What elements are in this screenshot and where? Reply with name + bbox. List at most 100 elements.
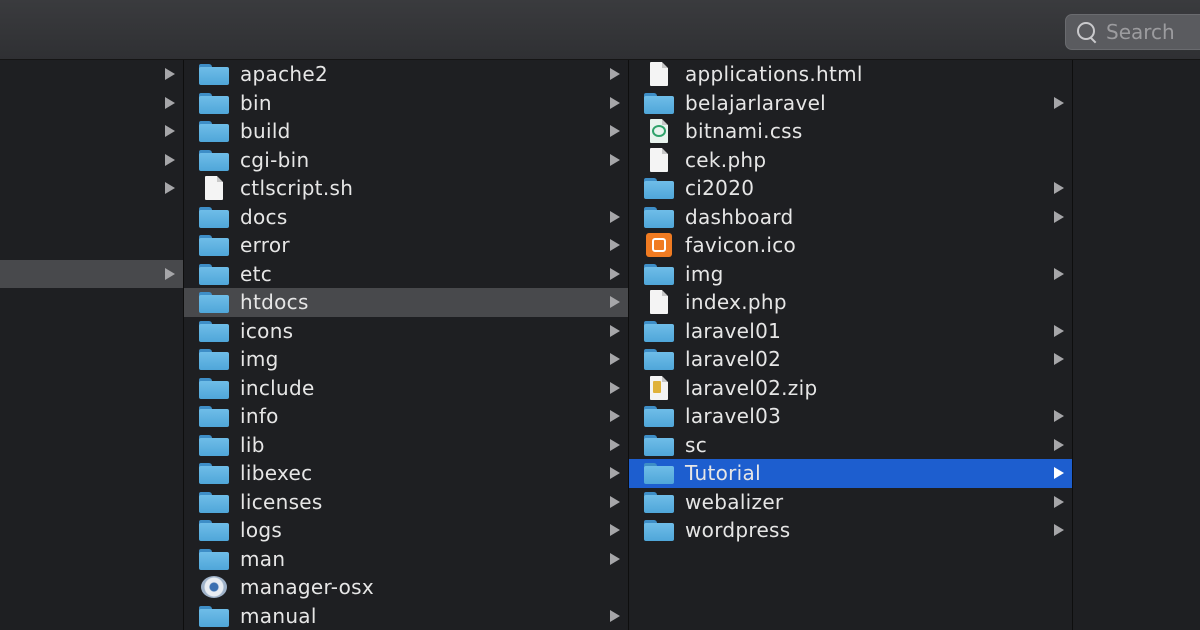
folder-icon <box>643 433 675 457</box>
disclosure-chevron-icon <box>1054 495 1064 508</box>
list-item-manager-osx[interactable]: manager-osx <box>184 573 628 602</box>
disclosure-chevron-icon <box>1054 438 1064 451</box>
list-item-lib[interactable]: lib <box>184 431 628 460</box>
folder-icon <box>643 319 675 343</box>
list-item-licenses[interactable]: licenses <box>184 488 628 517</box>
disclosure-chevron-icon <box>610 524 620 536</box>
disclosure-chevron-icon <box>610 495 620 508</box>
search-input[interactable] <box>1106 20 1200 44</box>
item-name: lib <box>240 432 265 457</box>
list-item-index-php[interactable]: index.php <box>629 288 1072 317</box>
list-item-img[interactable]: img <box>184 345 628 374</box>
list-item-build[interactable]: build <box>184 117 628 146</box>
list-item-apache2[interactable]: apache2 <box>184 60 628 89</box>
column-2[interactable]: apache2 bin build cgi-bin ctlscript.sh docs er… <box>184 60 629 630</box>
item-name: etc <box>240 261 273 286</box>
folder-icon <box>198 518 230 542</box>
list-item[interactable] <box>0 146 183 175</box>
list-item-tutorial[interactable]: Tutorial <box>629 459 1072 488</box>
list-item-htdocs[interactable]: htdocs <box>184 288 628 317</box>
list-item-etc[interactable]: etc <box>184 260 628 289</box>
item-name: htdocs <box>240 290 309 315</box>
list-item-cek-php[interactable]: cek.php <box>629 146 1072 175</box>
list-item-dashboard[interactable]: dashboard <box>629 203 1072 232</box>
list-item[interactable] <box>0 174 183 203</box>
column-4[interactable] <box>1073 60 1200 630</box>
column-1[interactable] <box>0 60 184 630</box>
list-item-man[interactable]: man <box>184 545 628 574</box>
list-item-applications-html[interactable]: applications.html <box>629 60 1072 89</box>
list-item-logs[interactable]: logs <box>184 516 628 545</box>
folder-icon <box>198 290 230 314</box>
disclosure-chevron-icon <box>610 609 620 622</box>
folder-icon <box>198 461 230 485</box>
list-item-laravel02[interactable]: laravel02 <box>629 345 1072 374</box>
folder-icon <box>643 490 675 514</box>
list-item-belajarlaravel[interactable]: belajarlaravel <box>629 89 1072 118</box>
list-item-include[interactable]: include <box>184 374 628 403</box>
list-item-docs[interactable]: docs <box>184 203 628 232</box>
item-name: manager-osx <box>240 575 374 600</box>
list-item-sc[interactable]: sc <box>629 431 1072 460</box>
list-item-laravel01[interactable]: laravel01 <box>629 317 1072 346</box>
item-name: error <box>240 233 290 258</box>
folder-icon <box>198 262 230 286</box>
folder-icon <box>198 148 230 172</box>
item-name: icons <box>240 318 294 343</box>
item-name: apache2 <box>240 62 329 87</box>
list-item-libexec[interactable]: libexec <box>184 459 628 488</box>
list-item[interactable] <box>0 203 183 232</box>
disclosure-chevron-icon <box>610 210 620 223</box>
list-item-img[interactable]: img <box>629 260 1072 289</box>
item-name: logs <box>240 518 283 543</box>
list-item-info[interactable]: info <box>184 402 628 431</box>
list-item[interactable] <box>0 60 183 89</box>
list-item-ci2020[interactable]: ci2020 <box>629 174 1072 203</box>
disclosure-chevron-icon <box>610 324 620 337</box>
column-3[interactable]: applications.html belajarlaravel bitnami.c… <box>629 60 1073 630</box>
list-item-manual[interactable]: manual <box>184 602 628 630</box>
list-item[interactable] <box>0 231 183 260</box>
list-item-wordpress[interactable]: wordpress <box>629 516 1072 545</box>
list-item-bin[interactable]: bin <box>184 89 628 118</box>
search-field[interactable] <box>1065 14 1200 50</box>
item-name: img <box>240 347 279 372</box>
disclosure-chevron-icon <box>610 153 620 166</box>
item-name: man <box>240 546 286 571</box>
folder-icon <box>643 518 675 542</box>
item-name: img <box>685 261 724 286</box>
folder-icon <box>198 376 230 400</box>
disclosure-chevron-icon <box>610 353 620 365</box>
item-name: laravel02 <box>685 347 782 372</box>
disclosure-chevron-icon <box>1054 524 1064 536</box>
list-item-error[interactable]: error <box>184 231 628 260</box>
disclosure-chevron-icon <box>610 410 620 422</box>
item-name: laravel01 <box>685 318 782 343</box>
disclosure-chevron-icon <box>1054 324 1064 337</box>
list-item-laravel03[interactable]: laravel03 <box>629 402 1072 431</box>
list-item-ctlscript-sh[interactable]: ctlscript.sh <box>184 174 628 203</box>
folder-icon <box>198 547 230 571</box>
folder-icon <box>198 404 230 428</box>
list-item-favicon-ico[interactable]: favicon.ico <box>629 231 1072 260</box>
list-item-icons[interactable]: icons <box>184 317 628 346</box>
list-item[interactable] <box>0 89 183 118</box>
item-name: ctlscript.sh <box>240 176 354 201</box>
list-item[interactable] <box>0 259 183 288</box>
folder-icon <box>198 490 230 514</box>
list-item-bitnami-css[interactable]: bitnami.css <box>629 117 1072 146</box>
disclosure-chevron-icon <box>165 125 175 137</box>
item-name: bitnami.css <box>685 119 803 144</box>
document-icon <box>198 176 230 201</box>
list-item-laravel02-zip[interactable]: laravel02.zip <box>629 374 1072 403</box>
folder-icon <box>643 461 675 485</box>
list-item-cgi-bin[interactable]: cgi-bin <box>184 146 628 175</box>
gear-app-icon <box>198 575 230 599</box>
item-name: manual <box>240 603 317 628</box>
list-item[interactable] <box>0 117 183 146</box>
list-item-webalizer[interactable]: webalizer <box>629 488 1072 517</box>
item-name: applications.html <box>685 62 863 87</box>
disclosure-chevron-icon <box>610 239 620 251</box>
folder-icon <box>643 176 675 200</box>
item-name: index.php <box>685 290 787 315</box>
